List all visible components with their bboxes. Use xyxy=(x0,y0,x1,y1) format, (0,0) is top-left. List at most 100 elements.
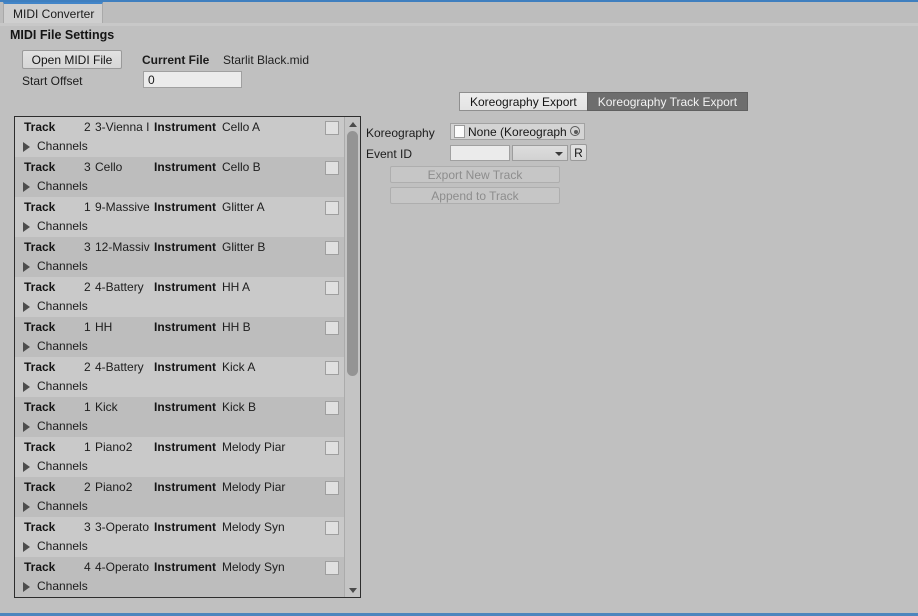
instrument-label: Instrument xyxy=(154,240,217,254)
window-top-accent xyxy=(0,0,918,2)
channels-label: Channels xyxy=(37,299,88,313)
instrument-name: Melody Piar xyxy=(222,480,286,494)
track-name: Piano2 xyxy=(95,440,133,454)
track-select-checkbox[interactable] xyxy=(325,281,339,295)
scroll-up-button[interactable] xyxy=(345,117,360,130)
track-row: Track 1 Kick Instrument Kick B Channels xyxy=(15,397,345,437)
track-select-checkbox[interactable] xyxy=(325,361,339,375)
start-offset-input[interactable]: 0 xyxy=(143,71,242,88)
channels-label: Channels xyxy=(37,179,88,193)
track-label: Track xyxy=(24,360,56,374)
track-row-primary: Track 2 4-Battery Instrument Kick A xyxy=(15,357,345,377)
channels-foldout-icon[interactable] xyxy=(23,302,30,312)
track-name: HH xyxy=(95,320,113,334)
instrument-label: Instrument xyxy=(154,360,217,374)
koreography-label: Koreography xyxy=(366,126,435,140)
channels-foldout-icon[interactable] xyxy=(23,502,30,512)
track-name: 4-Battery xyxy=(95,280,144,294)
event-id-label: Event ID xyxy=(366,147,413,161)
track-name: 3-Vienna I xyxy=(95,120,150,134)
track-row: Track 1 9-Massive Instrument Glitter A Channe… xyxy=(15,197,345,237)
track-row: Track 2 3-Vienna I Instrument Cello A Channel… xyxy=(15,117,345,157)
track-row-secondary: Channels xyxy=(15,297,345,317)
channels-foldout-icon[interactable] xyxy=(23,462,30,472)
track-row-primary: Track 3 12-Massiv Instrument Glitter B xyxy=(15,237,345,257)
track-select-checkbox[interactable] xyxy=(325,241,339,255)
event-id-input[interactable] xyxy=(450,145,510,161)
instrument-name: Glitter A xyxy=(222,200,265,214)
track-select-checkbox[interactable] xyxy=(325,481,339,495)
track-select-checkbox[interactable] xyxy=(325,121,339,135)
document-icon xyxy=(454,125,465,138)
tab-midi-converter[interactable]: MIDI Converter xyxy=(3,2,103,24)
track-name: 3-Operato xyxy=(95,520,150,534)
track-select-checkbox[interactable] xyxy=(325,441,339,455)
track-row-primary: Track 3 3-Operato Instrument Melody Syn xyxy=(15,517,345,537)
channels-foldout-icon[interactable] xyxy=(23,422,30,432)
channels-foldout-icon[interactable] xyxy=(23,222,30,232)
instrument-label: Instrument xyxy=(154,440,217,454)
track-row-secondary: Channels xyxy=(15,417,345,437)
append-to-track-button[interactable]: Append to Track xyxy=(390,187,560,204)
instrument-label: Instrument xyxy=(154,480,217,494)
track-row-secondary: Channels xyxy=(15,377,345,397)
scrollbar-thumb[interactable] xyxy=(347,131,358,377)
track-label: Track xyxy=(24,320,56,334)
channels-foldout-icon[interactable] xyxy=(23,182,30,192)
koreography-object-field[interactable]: None (Koreograph xyxy=(450,123,585,140)
channels-foldout-icon[interactable] xyxy=(23,382,30,392)
track-label: Track xyxy=(24,480,56,494)
track-row: Track 2 4-Battery Instrument Kick A Channels xyxy=(15,357,345,397)
channels-foldout-icon[interactable] xyxy=(23,582,30,592)
instrument-label: Instrument xyxy=(154,400,217,414)
track-list-rows: Track 2 3-Vienna I Instrument Cello A Channel… xyxy=(15,117,345,597)
track-select-checkbox[interactable] xyxy=(325,521,339,535)
channels-foldout-icon[interactable] xyxy=(23,142,30,152)
track-row-secondary: Channels xyxy=(15,537,345,557)
scroll-down-button[interactable] xyxy=(345,584,360,597)
track-label: Track xyxy=(24,160,56,174)
track-select-checkbox[interactable] xyxy=(325,161,339,175)
event-id-revert-button[interactable]: R xyxy=(570,144,587,161)
track-row: Track 4 4-Operato Instrument Melody Syn Chann… xyxy=(15,557,345,597)
object-picker-icon[interactable] xyxy=(568,124,583,139)
channels-label: Channels xyxy=(37,259,88,273)
export-mode-tabs: Koreography Export Koreography Track Exp… xyxy=(459,92,749,111)
chevron-down-icon xyxy=(555,152,563,156)
track-row-primary: Track 4 4-Operato Instrument Melody Syn xyxy=(15,557,345,577)
event-id-dropdown[interactable] xyxy=(512,145,568,161)
track-label: Track xyxy=(24,280,56,294)
track-name: 9-Massive xyxy=(95,200,150,214)
track-name: Cello xyxy=(95,160,123,174)
track-row-primary: Track 1 Kick Instrument Kick B xyxy=(15,397,345,417)
track-row: Track 2 Piano2 Instrument Melody Piar Channel… xyxy=(15,477,345,517)
track-list-scrollbar[interactable] xyxy=(344,117,360,597)
track-select-checkbox[interactable] xyxy=(325,201,339,215)
channels-foldout-icon[interactable] xyxy=(23,342,30,352)
instrument-label: Instrument xyxy=(154,520,217,534)
track-label: Track xyxy=(24,240,56,254)
track-row-primary: Track 2 Piano2 Instrument Melody Piar xyxy=(15,477,345,497)
track-select-checkbox[interactable] xyxy=(325,561,339,575)
instrument-label: Instrument xyxy=(154,560,217,574)
channels-foldout-icon[interactable] xyxy=(23,262,30,272)
track-select-checkbox[interactable] xyxy=(325,321,339,335)
koreography-object-value: None (Koreograph xyxy=(468,124,567,139)
track-row-primary: Track 2 3-Vienna I Instrument Cello A xyxy=(15,117,345,137)
midi-converter-window: MIDI Converter MIDI File Settings Open M… xyxy=(0,0,918,616)
instrument-name: Melody Syn xyxy=(222,520,285,534)
track-row-primary: Track 1 Piano2 Instrument Melody Piar xyxy=(15,437,345,457)
track-select-checkbox[interactable] xyxy=(325,401,339,415)
channels-label: Channels xyxy=(37,339,88,353)
export-new-track-button[interactable]: Export New Track xyxy=(390,166,560,183)
tab-koreography-track-export[interactable]: Koreography Track Export xyxy=(586,92,749,111)
tab-koreography-export[interactable]: Koreography Export xyxy=(459,92,587,111)
track-row-primary: Track 2 4-Battery Instrument HH A xyxy=(15,277,345,297)
track-row-secondary: Channels xyxy=(15,257,345,277)
track-name: Piano2 xyxy=(95,480,133,494)
page-title: MIDI File Settings xyxy=(10,28,115,42)
open-midi-file-button[interactable]: Open MIDI File xyxy=(22,50,122,69)
channels-foldout-icon[interactable] xyxy=(23,542,30,552)
track-name: 4-Operato xyxy=(95,560,150,574)
track-row-secondary: Channels xyxy=(15,497,345,517)
